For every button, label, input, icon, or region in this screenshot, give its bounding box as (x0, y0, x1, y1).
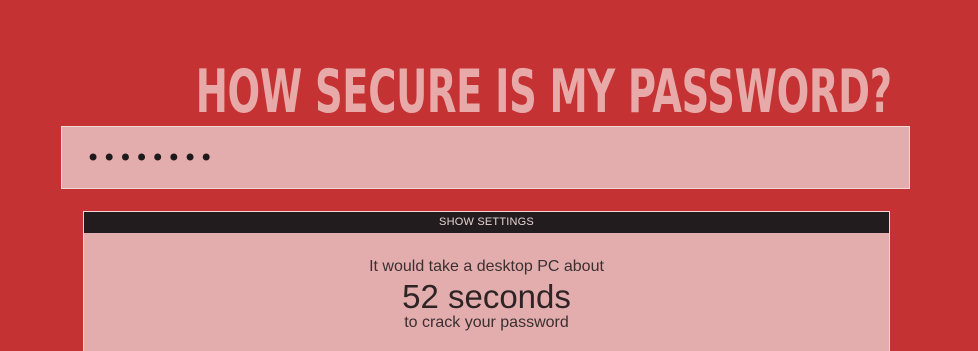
show-settings-button[interactable]: SHOW SETTINGS (84, 212, 889, 233)
result-prefix-text: It would take a desktop PC about (369, 258, 604, 275)
crack-time-value: 52 seconds (402, 278, 571, 315)
page-title-text: HOW SECURE IS MY PASSWORD? (195, 57, 892, 128)
password-field-container (61, 126, 910, 189)
password-input[interactable] (62, 127, 909, 188)
result-suffix-text: to crack your password (404, 314, 569, 331)
results-panel: SHOW SETTINGS It would take a desktop PC… (83, 211, 890, 351)
page-title: HOW SECURE IS MY PASSWORD? (0, 54, 978, 130)
